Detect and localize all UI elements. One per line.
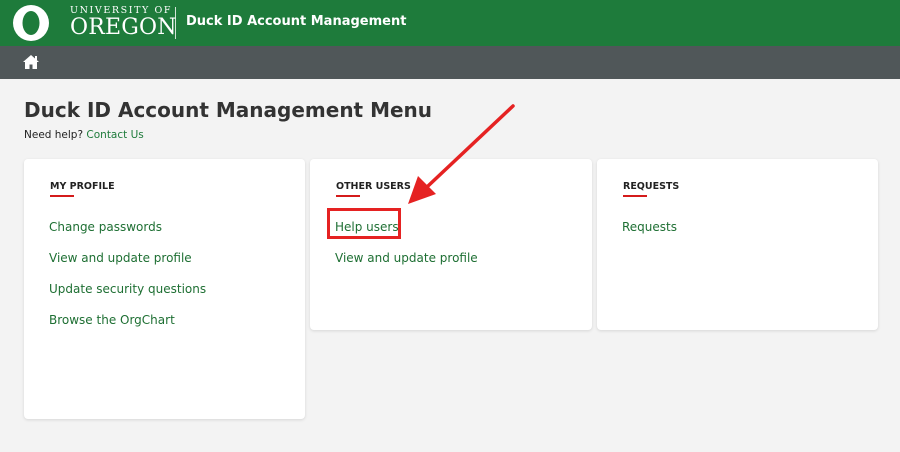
list-item: Requests (622, 216, 677, 247)
help-line: Need help? Contact Us (24, 129, 144, 141)
other-view-update-profile-link[interactable]: View and update profile (335, 251, 478, 265)
list-item: Browse the OrgChart (49, 309, 206, 340)
list-item: View and update profile (335, 247, 478, 278)
other-users-heading: OTHER USERS (336, 181, 411, 197)
view-update-profile-link[interactable]: View and update profile (49, 251, 192, 265)
university-wordmark[interactable]: UNIVERSITY OF OREGON (70, 6, 177, 40)
change-passwords-link[interactable]: Change passwords (49, 220, 162, 234)
app-title[interactable]: Duck ID Account Management (186, 14, 406, 29)
top-header: UNIVERSITY OF OREGON Duck ID Account Man… (0, 0, 900, 46)
requests-links: Requests (622, 216, 677, 247)
list-item: Update security questions (49, 278, 206, 309)
contact-us-link[interactable]: Contact Us (86, 129, 143, 141)
oregon-o-logo-icon[interactable] (12, 4, 50, 42)
my-profile-card: MY PROFILE Change passwords View and upd… (24, 159, 305, 419)
requests-card: REQUESTS Requests (597, 159, 878, 330)
help-prefix: Need help? (24, 129, 84, 141)
list-item: View and update profile (49, 247, 206, 278)
update-security-questions-link[interactable]: Update security questions (49, 282, 206, 296)
list-item: Change passwords (49, 216, 206, 247)
page-title: Duck ID Account Management Menu (24, 98, 433, 122)
header-divider (175, 7, 176, 39)
my-profile-links: Change passwords View and update profile… (49, 216, 206, 340)
annotation-highlight-box (327, 208, 401, 239)
university-name: OREGON (70, 15, 177, 40)
my-profile-heading: MY PROFILE (50, 181, 115, 197)
requests-link[interactable]: Requests (622, 220, 677, 234)
nav-bar (0, 46, 900, 79)
requests-heading: REQUESTS (623, 181, 680, 197)
other-users-card: OTHER USERS Help users View and update p… (310, 159, 592, 330)
browse-orgchart-link[interactable]: Browse the OrgChart (49, 313, 175, 327)
home-icon[interactable] (22, 54, 40, 70)
